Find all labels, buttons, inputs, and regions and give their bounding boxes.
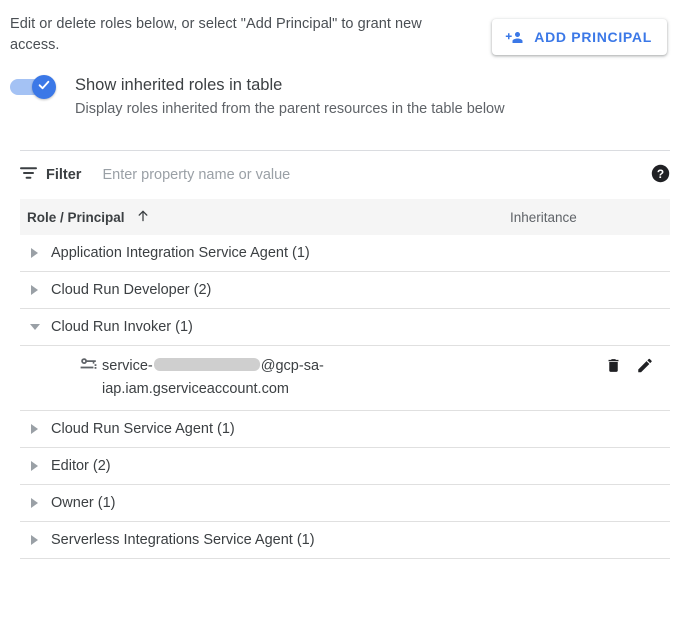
redacted-block <box>154 358 260 371</box>
add-principal-label: ADD PRINCIPAL <box>534 29 652 45</box>
principal-email: service-@gcp-sa-iap.iam.gserviceaccount.… <box>80 355 402 401</box>
chevron-right-icon[interactable] <box>27 532 43 548</box>
check-icon <box>37 78 51 97</box>
filter-bar: Filter ? <box>0 151 685 199</box>
show-inherited-roles-toggle[interactable] <box>10 75 58 99</box>
table-row[interactable]: Editor (2) <box>20 448 670 485</box>
chevron-right-icon[interactable] <box>27 458 43 474</box>
role-cell: Serverless Integrations Service Agent (1… <box>27 522 510 558</box>
role-label: Cloud Run Service Agent (1) <box>51 419 235 439</box>
add-principal-button[interactable]: ADD PRINCIPAL <box>492 19 667 55</box>
role-cell: Cloud Run Developer (2) <box>27 272 510 308</box>
arrow-up-icon <box>136 209 150 226</box>
chevron-down-icon[interactable] <box>27 319 43 335</box>
role-label: Cloud Run Developer (2) <box>51 280 211 300</box>
table-header-row: Role / Principal Inheritance <box>20 199 670 235</box>
iam-roles-table: Role / Principal Inheritance Application… <box>20 199 670 559</box>
role-label: Serverless Integrations Service Agent (1… <box>51 530 315 550</box>
role-cell: Cloud Run Service Agent (1) <box>27 411 510 447</box>
trash-icon <box>605 356 622 378</box>
filter-input[interactable] <box>102 167 651 183</box>
help-button[interactable]: ? <box>651 164 670 186</box>
role-label: Cloud Run Invoker (1) <box>51 317 193 337</box>
intro-description: Edit or delete roles below, or select "A… <box>10 14 440 56</box>
table-row[interactable]: Cloud Run Service Agent (1) <box>20 411 670 448</box>
edit-principal-button[interactable] <box>636 356 654 378</box>
svg-text:?: ? <box>657 167 664 181</box>
chevron-right-icon[interactable] <box>27 421 43 437</box>
inherited-roles-toggle-row: Show inherited roles in table Display ro… <box>0 56 685 120</box>
table-row[interactable]: Cloud Run Developer (2) <box>20 272 670 309</box>
role-cell: Cloud Run Invoker (1) <box>27 309 510 345</box>
chevron-right-icon[interactable] <box>27 245 43 261</box>
role-label: Editor (2) <box>51 456 111 476</box>
role-label: Application Integration Service Agent (1… <box>51 243 310 263</box>
person-add-icon <box>505 29 525 45</box>
principal-email-prefix: service- <box>102 358 153 374</box>
column-header-inheritance: Inheritance <box>510 210 670 225</box>
table-row[interactable]: Owner (1) <box>20 485 670 522</box>
toggle-title: Show inherited roles in table <box>75 74 505 96</box>
column-header-role[interactable]: Role / Principal <box>27 209 510 226</box>
toggle-subtitle: Display roles inherited from the parent … <box>75 99 505 120</box>
help-icon: ? <box>651 164 670 186</box>
table-row[interactable]: Cloud Run Invoker (1) <box>20 309 670 346</box>
table-row[interactable]: Serverless Integrations Service Agent (1… <box>20 522 670 559</box>
pencil-icon <box>636 356 654 378</box>
delete-principal-button[interactable] <box>605 356 622 378</box>
role-cell: Owner (1) <box>27 485 510 521</box>
table-row[interactable]: Application Integration Service Agent (1… <box>20 235 670 272</box>
role-label: Owner (1) <box>51 493 115 513</box>
principal-row[interactable]: service-@gcp-sa-iap.iam.gserviceaccount.… <box>20 346 670 411</box>
toggle-thumb <box>32 75 56 99</box>
principal-cell: service-@gcp-sa-iap.iam.gserviceaccount.… <box>27 355 605 401</box>
chevron-right-icon[interactable] <box>27 495 43 511</box>
filter-icon <box>20 166 37 185</box>
filter-label: Filter <box>46 167 81 183</box>
role-cell: Editor (2) <box>27 448 510 484</box>
principal-email-domain: .iam.gserviceaccount.com <box>121 381 289 397</box>
intro-section: Edit or delete roles below, or select "A… <box>0 0 685 56</box>
chevron-right-icon[interactable] <box>27 282 43 298</box>
toggle-text-group: Show inherited roles in table Display ro… <box>75 74 505 120</box>
principal-actions <box>605 355 670 378</box>
column-header-role-label: Role / Principal <box>27 210 125 225</box>
service-account-icon <box>80 357 97 377</box>
filter-control[interactable]: Filter <box>20 166 81 185</box>
role-cell: Application Integration Service Agent (1… <box>27 235 510 271</box>
